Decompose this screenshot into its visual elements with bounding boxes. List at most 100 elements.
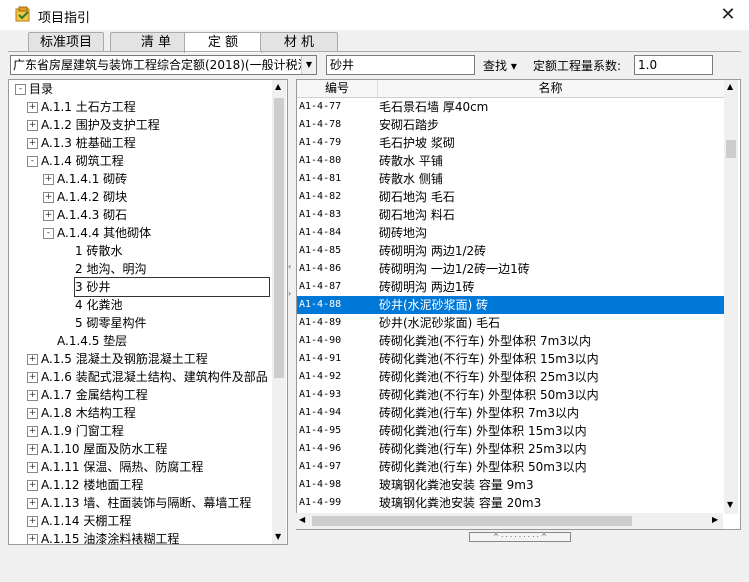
- table-row[interactable]: A1-4-84 砌砖地沟: [297, 224, 724, 242]
- tree-vertical-scrollbar[interactable]: ▲ ▼: [272, 80, 286, 544]
- expand-icon[interactable]: +: [27, 516, 38, 527]
- tree-node[interactable]: 2 地沟、明沟: [9, 260, 271, 278]
- expand-icon[interactable]: +: [27, 408, 38, 419]
- scroll-up-icon[interactable]: ▲: [727, 82, 733, 91]
- tab-standard-items[interactable]: 标准项目: [28, 32, 104, 52]
- table-row[interactable]: A1-4-99 玻璃钢化粪池安装 容量 20m3: [297, 494, 724, 512]
- tree-node[interactable]: 5 砌零星构件: [9, 314, 271, 332]
- table-row[interactable]: A1-4-78 安砌石踏步: [297, 116, 724, 134]
- table-row[interactable]: A1-4-90 砖砌化粪池(不行车) 外型体积 7m3以内: [297, 332, 724, 350]
- expand-icon[interactable]: +: [27, 354, 38, 365]
- table-row[interactable]: A1-4-83 砌石地沟 料石: [297, 206, 724, 224]
- expand-icon[interactable]: +: [27, 102, 38, 113]
- tree-node[interactable]: + A.1.15 油漆涂料裱糊工程: [9, 530, 271, 544]
- expand-icon[interactable]: +: [27, 426, 38, 437]
- table-row[interactable]: A1-4-91 砖砌化粪池(不行车) 外型体积 15m3以内: [297, 350, 724, 368]
- tree-node[interactable]: A.1.4.5 垫层: [9, 332, 271, 350]
- tree-node[interactable]: - A.1.4.4 其他砌体: [9, 224, 271, 242]
- collapse-icon[interactable]: -: [27, 156, 38, 167]
- collapse-icon[interactable]: -: [43, 228, 54, 239]
- tree-node[interactable]: - 目录: [9, 80, 271, 98]
- tree-node[interactable]: + A.1.4.2 砌块: [9, 188, 271, 206]
- table-row[interactable]: A1-4-88 砂井(水泥砂浆面) 砖: [297, 296, 724, 314]
- search-button[interactable]: 查找 ▾: [483, 57, 517, 74]
- tab-quota[interactable]: 定 额: [184, 32, 262, 53]
- tree-node[interactable]: + A.1.6 装配式混凝土结构、建筑构件及部品: [9, 368, 271, 386]
- tree-node[interactable]: 3 砂井: [9, 277, 271, 297]
- tab-materials[interactable]: 材 机: [260, 32, 338, 52]
- table-row[interactable]: A1-4-96 砖砌化粪池(行车) 外型体积 25m3以内: [297, 440, 724, 458]
- table-row[interactable]: A1-4-77 毛石景石墙 厚40cm: [297, 98, 724, 116]
- coefficient-input[interactable]: 1.0: [634, 55, 713, 75]
- table-row[interactable]: A1-4-89 砂井(水泥砂浆面) 毛石: [297, 314, 724, 332]
- table-row[interactable]: A1-4-92 砖砌化粪池(不行车) 外型体积 25m3以内: [297, 368, 724, 386]
- table-row[interactable]: A1-4-98 玻璃钢化粪池安装 容量 9m3: [297, 476, 724, 494]
- table-row[interactable]: A1-4-86 砖砌明沟 一边1/2砖一边1砖: [297, 260, 724, 278]
- quota-code: A1-4-98: [299, 479, 342, 490]
- tree-node-label: A.1.11 保温、隔热、防腐工程: [41, 460, 204, 474]
- expand-icon[interactable]: +: [43, 210, 54, 221]
- tree-node[interactable]: + A.1.4.3 砌石: [9, 206, 271, 224]
- scroll-up-icon[interactable]: ▲: [275, 82, 281, 91]
- tree-node[interactable]: + A.1.1 土石方工程: [9, 98, 271, 116]
- grid-scroll-thumb[interactable]: [726, 140, 736, 158]
- scroll-down-icon[interactable]: ▼: [275, 532, 281, 541]
- grid-vertical-scrollbar[interactable]: ▲ ▼: [724, 80, 738, 514]
- grid-hscroll-thumb[interactable]: [312, 516, 632, 526]
- table-row[interactable]: A1-4-94 砖砌化粪池(行车) 外型体积 7m3以内: [297, 404, 724, 422]
- tree-node[interactable]: + A.1.3 桩基础工程: [9, 134, 271, 152]
- tree-node[interactable]: 4 化粪池: [9, 296, 271, 314]
- tree-node-label: 3 砂井: [74, 277, 270, 297]
- column-header-name[interactable]: 名称: [377, 80, 724, 97]
- tree-node[interactable]: + A.1.7 金属结构工程: [9, 386, 271, 404]
- tree-node[interactable]: + A.1.13 墙、柱面装饰与隔断、幕墙工程: [9, 494, 271, 512]
- table-row[interactable]: A1-4-97 砖砌化粪池(行车) 外型体积 50m3以内: [297, 458, 724, 476]
- expand-icon[interactable]: +: [27, 138, 38, 149]
- tree-node[interactable]: + A.1.8 木结构工程: [9, 404, 271, 422]
- scroll-right-icon[interactable]: ▶: [712, 515, 718, 524]
- tree-node[interactable]: + A.1.4.1 砌砖: [9, 170, 271, 188]
- expand-icon[interactable]: +: [43, 174, 54, 185]
- table-row[interactable]: A1-4-82 砌石地沟 毛石: [297, 188, 724, 206]
- tree-node[interactable]: + A.1.2 围护及支护工程: [9, 116, 271, 134]
- tree-node[interactable]: + A.1.11 保温、隔热、防腐工程: [9, 458, 271, 476]
- quota-library-select[interactable]: 广东省房屋建筑与装饰工程综合定额(2018)(一般计税法) ▼: [10, 55, 317, 75]
- table-row[interactable]: A1-4-95 砖砌化粪池(行车) 外型体积 15m3以内: [297, 422, 724, 440]
- bottom-panel-handle-icon[interactable]: ^ · · · · · · · · · ^: [469, 532, 571, 542]
- tree-scroll-thumb[interactable]: [274, 98, 284, 378]
- tree-node[interactable]: + A.1.10 屋面及防水工程: [9, 440, 271, 458]
- close-icon[interactable]: ✕: [716, 3, 740, 27]
- table-row[interactable]: A1-4-80 砖散水 平铺: [297, 152, 724, 170]
- quota-name: 玻璃钢化粪池安装 容量 20m3: [379, 496, 542, 510]
- tree-node[interactable]: + A.1.12 楼地面工程: [9, 476, 271, 494]
- tree-node[interactable]: + A.1.9 门窗工程: [9, 422, 271, 440]
- table-row[interactable]: A1-4-87 砖砌明沟 两边1砖: [297, 278, 724, 296]
- tree-node[interactable]: + A.1.14 天棚工程: [9, 512, 271, 530]
- chevron-down-icon[interactable]: ▼: [301, 56, 316, 74]
- table-row[interactable]: A1-4-81 砖散水 侧铺: [297, 170, 724, 188]
- panel-splitter-icon[interactable]: ‹ ›: [288, 262, 294, 298]
- grid-horizontal-scrollbar[interactable]: ◀ ▶: [296, 513, 723, 529]
- expand-icon[interactable]: +: [27, 498, 38, 509]
- expand-icon[interactable]: +: [27, 372, 38, 383]
- scroll-down-icon[interactable]: ▼: [727, 500, 733, 509]
- search-input[interactable]: 砂井: [326, 55, 475, 75]
- table-row[interactable]: A1-4-79 毛石护坡 浆砌: [297, 134, 724, 152]
- expand-icon[interactable]: +: [43, 192, 54, 203]
- table-row[interactable]: A1-4-93 砖砌化粪池(不行车) 外型体积 50m3以内: [297, 386, 724, 404]
- tree-node[interactable]: 1 砖散水: [9, 242, 271, 260]
- column-header-code[interactable]: 编号: [297, 80, 378, 97]
- tree-node-label: A.1.2 围护及支护工程: [41, 118, 160, 132]
- tree-node[interactable]: + A.1.5 混凝土及钢筋混凝土工程: [9, 350, 271, 368]
- expand-icon[interactable]: +: [27, 444, 38, 455]
- coefficient-label: 定额工程量系数:: [533, 59, 622, 73]
- expand-icon[interactable]: +: [27, 534, 38, 544]
- scroll-left-icon[interactable]: ◀: [299, 515, 305, 524]
- collapse-icon[interactable]: -: [15, 84, 26, 95]
- expand-icon[interactable]: +: [27, 480, 38, 491]
- expand-icon[interactable]: +: [27, 120, 38, 131]
- tree-node[interactable]: - A.1.4 砌筑工程: [9, 152, 271, 170]
- expand-icon[interactable]: +: [27, 390, 38, 401]
- table-row[interactable]: A1-4-85 砖砌明沟 两边1/2砖: [297, 242, 724, 260]
- expand-icon[interactable]: +: [27, 462, 38, 473]
